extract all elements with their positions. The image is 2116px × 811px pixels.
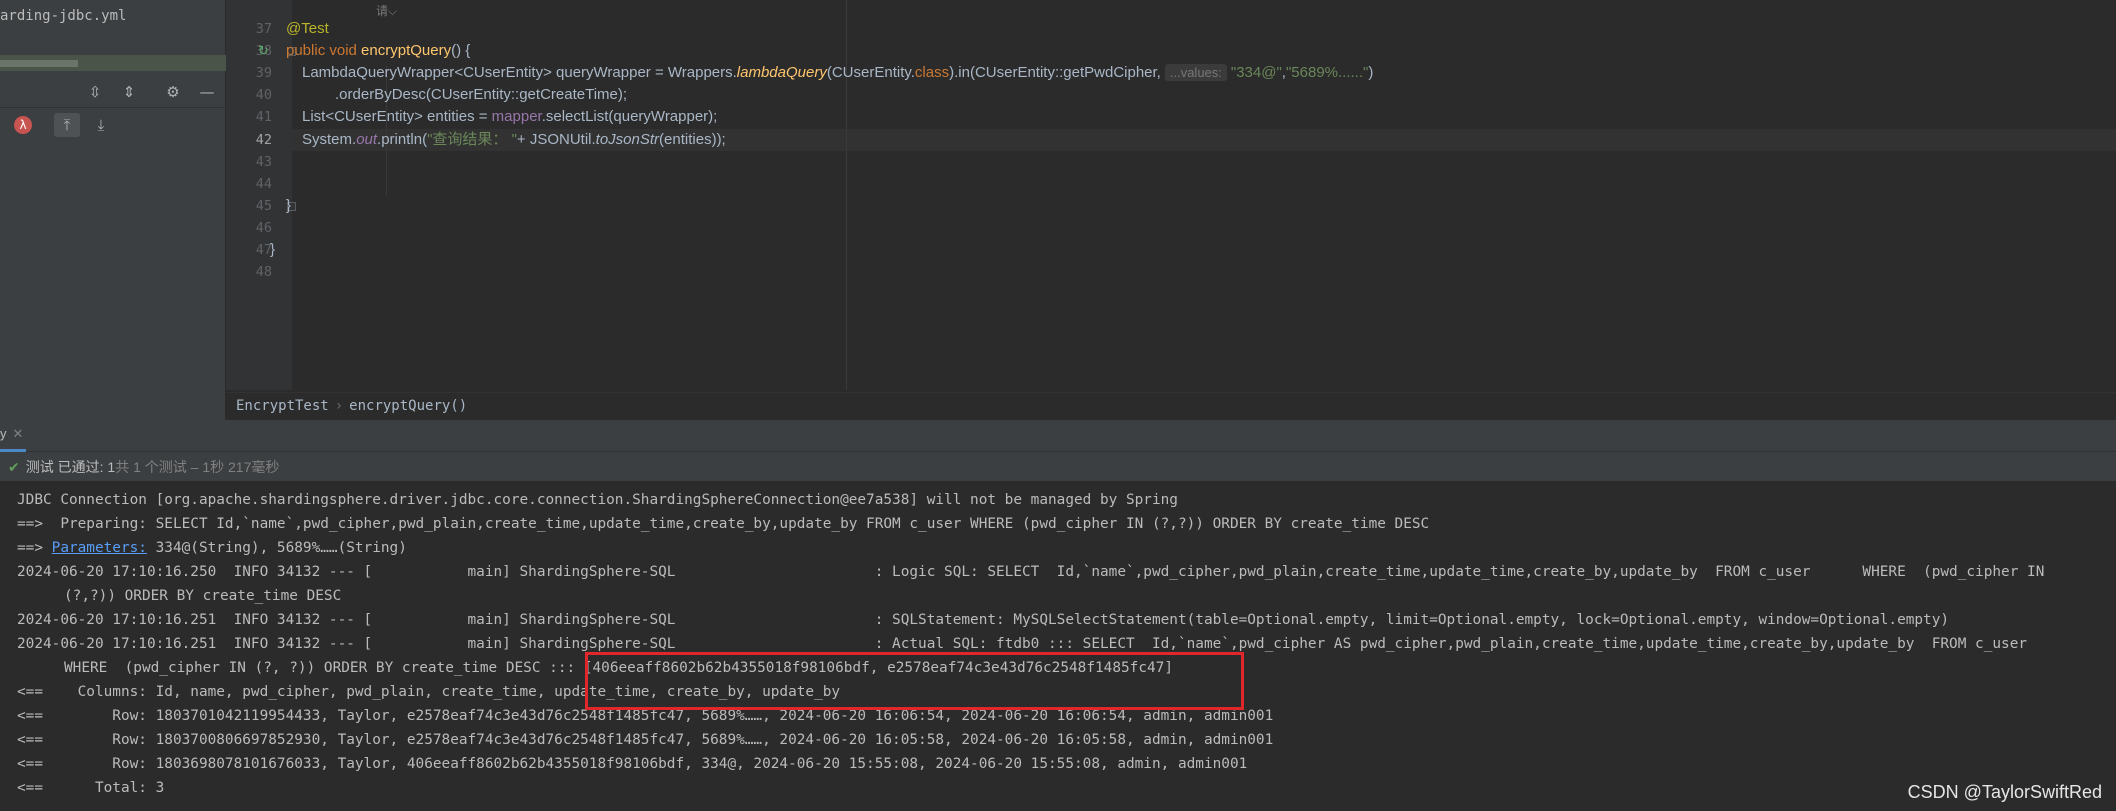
code-line-40: .orderByDesc(CUserEntity::getCreateTime)… bbox=[335, 86, 628, 103]
code-editor[interactable]: 37 38 39 40 41 42 43 44 45 46 47 48 ↻ 请⌵… bbox=[226, 0, 2116, 390]
run-test-icon[interactable]: ↻ bbox=[258, 44, 269, 59]
line-number-gutter: 37 38 39 40 41 42 43 44 45 46 47 48 ↻ bbox=[226, 0, 296, 390]
run-tool-window-tabbar: y ✕ bbox=[0, 420, 2116, 452]
breadcrumb-method[interactable]: encryptQuery() bbox=[349, 398, 467, 414]
console-line: 2024-06-20 17:10:16.251 INFO 34132 --- [… bbox=[17, 612, 1950, 628]
parameters-link[interactable]: Parameters: bbox=[52, 540, 147, 556]
line-number: 48 bbox=[255, 264, 272, 280]
run-tab[interactable]: y ✕ bbox=[0, 426, 23, 442]
expand-all-icon[interactable]: ⇳ bbox=[84, 81, 106, 103]
line-number: 42 bbox=[255, 132, 272, 148]
line-number: 46 bbox=[255, 220, 272, 236]
breadcrumb-separator-icon: › bbox=[334, 398, 344, 414]
console-line: 2024-06-20 17:10:16.250 INFO 34132 --- [… bbox=[17, 564, 2045, 580]
right-margin-guide bbox=[846, 0, 847, 390]
horizontal-scrollbar[interactable] bbox=[0, 55, 226, 71]
code-line-45: } bbox=[286, 197, 292, 214]
line-number: 44 bbox=[255, 176, 272, 192]
code-line-42: System.out.println("查询结果： "+ JSONUtil.to… bbox=[302, 131, 726, 148]
project-structure-panel: arding-jdbc.yml ⇳ ⇕ ⚙ — λ ⤒ ⤓ bbox=[0, 0, 226, 420]
console-line: JDBC Connection [org.apache.shardingsphe… bbox=[17, 492, 1178, 508]
highlight-annotation-box bbox=[585, 652, 1244, 710]
code-line-39: LambdaQueryWrapper<CUserEntity> queryWra… bbox=[302, 64, 1374, 81]
code-vision-hint: 请⌵ bbox=[376, 4, 398, 18]
structure-toolbar: ⇳ ⇕ ⚙ — bbox=[0, 76, 226, 108]
console-line: ==> Preparing: SELECT Id,`name`,pwd_ciph… bbox=[17, 516, 1430, 532]
sort-up-icon[interactable]: ⤒ bbox=[54, 113, 80, 137]
code-line-38: public void encryptQuery() { bbox=[286, 42, 471, 59]
test-status-detail: 共 1 个测试 – 1秒 217毫秒 bbox=[115, 459, 280, 475]
test-status-bar: ✔ 测试 已通过: 1共 1 个测试 – 1秒 217毫秒 bbox=[0, 452, 2116, 482]
line-number: 40 bbox=[255, 87, 272, 103]
parameter-hint: ...values: bbox=[1164, 64, 1227, 81]
line-number: 39 bbox=[255, 65, 272, 81]
code-line-41: List<CUserEntity> entities = mapper.sele… bbox=[302, 108, 718, 125]
test-status-count: 1 bbox=[103, 459, 116, 475]
lambda-icon[interactable]: λ bbox=[14, 116, 32, 134]
line-number: 45 bbox=[255, 198, 272, 214]
console-line: ==> Parameters: 334@(String), 5689%……(St… bbox=[17, 540, 407, 556]
console-line: (?,?)) ORDER BY create_time DESC bbox=[64, 588, 342, 604]
breadcrumb-class[interactable]: EncryptTest bbox=[236, 398, 329, 414]
code-area[interactable]: 请⌵ @Test public void encryptQuery() { La… bbox=[270, 0, 2116, 390]
sort-toolbar: λ ⤒ ⤓ bbox=[0, 112, 226, 140]
code-line-37: @Test bbox=[286, 20, 329, 37]
line-number: 37 bbox=[255, 21, 272, 37]
code-line-47: } bbox=[270, 241, 276, 258]
console-output[interactable]: JDBC Connection [org.apache.shardingsphe… bbox=[0, 482, 2116, 811]
file-item-sharding-jdbc-yml[interactable]: arding-jdbc.yml bbox=[0, 8, 220, 24]
scrollbar-thumb[interactable] bbox=[0, 60, 78, 67]
line-number: 41 bbox=[255, 109, 272, 125]
collapse-all-icon[interactable]: ⇕ bbox=[118, 81, 140, 103]
minimize-icon[interactable]: — bbox=[196, 81, 218, 103]
line-number: 47 bbox=[255, 242, 272, 258]
test-status-label: 测试 已通过: bbox=[25, 459, 104, 475]
check-icon: ✔ bbox=[8, 460, 20, 476]
close-icon[interactable]: ✕ bbox=[13, 426, 24, 441]
watermark: CSDN @TaylorSwiftRed bbox=[1907, 782, 2102, 802]
line-number: 43 bbox=[255, 154, 272, 170]
breadcrumb: EncryptTest › encryptQuery() bbox=[226, 392, 2116, 418]
console-line: <== Row: 1803700806697852930, Taylor, e2… bbox=[17, 732, 1274, 748]
gear-icon[interactable]: ⚙ bbox=[162, 81, 184, 103]
console-line: <== Total: 3 bbox=[17, 780, 165, 796]
run-tab-label: y bbox=[0, 426, 7, 441]
console-line: <== Row: 1803698078101676033, Taylor, 40… bbox=[17, 756, 1248, 772]
sort-down-icon[interactable]: ⤓ bbox=[88, 113, 114, 137]
